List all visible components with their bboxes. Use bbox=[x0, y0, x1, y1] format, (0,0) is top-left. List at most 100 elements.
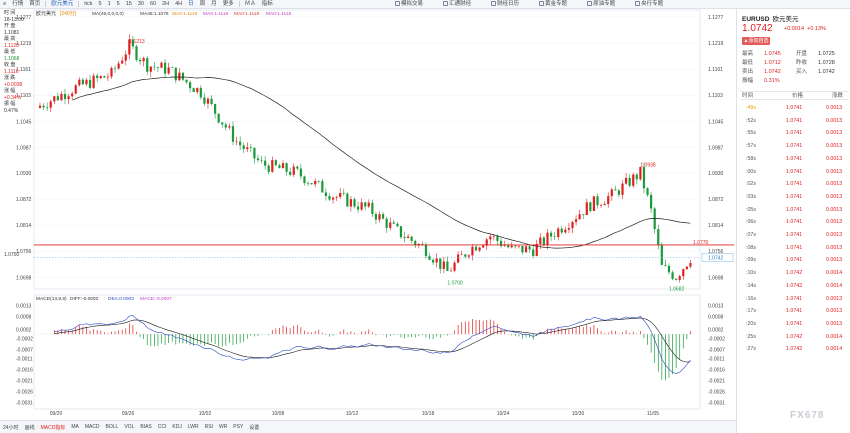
toolbar-item-market[interactable]: 行情 bbox=[9, 0, 26, 9]
candle-body bbox=[399, 226, 403, 238]
toolbar-indicator-button[interactable]: 指标 bbox=[259, 0, 276, 9]
ma-legend-item: MA45:1.1076 bbox=[140, 11, 169, 17]
toolbar-right-links: 模拟交易 汇通财经 财经日历 黄金专题 原油专题 央行专题 bbox=[392, 0, 680, 9]
indicator-tab-1[interactable]: 画线 bbox=[22, 424, 38, 431]
candle-body bbox=[310, 183, 313, 185]
toolbar-ma-button[interactable]: ＭＡ bbox=[242, 0, 259, 9]
indicator-tab-5[interactable]: BOLL bbox=[103, 424, 122, 430]
timeframe-4[interactable]: 15 bbox=[123, 0, 135, 9]
candle-body bbox=[367, 202, 370, 207]
menu-icon[interactable]: ≡ bbox=[0, 0, 9, 9]
toolbar-link-5[interactable]: 央行专题 bbox=[632, 0, 666, 9]
timeframe-0[interactable]: tick bbox=[81, 0, 95, 9]
candle-body bbox=[314, 180, 317, 185]
candle-body bbox=[471, 246, 474, 256]
tick-row: :27s 1.0742 0.0014 bbox=[746, 346, 843, 353]
candle-body bbox=[174, 67, 177, 81]
indicator-tab-3[interactable]: MA bbox=[68, 424, 82, 430]
candle-body bbox=[117, 63, 120, 69]
indicator-tab-13[interactable]: PSY bbox=[230, 424, 246, 430]
price-tick-label: 1.0872 bbox=[708, 197, 724, 203]
link-icon bbox=[539, 1, 545, 6]
timeframe-2[interactable]: 1 bbox=[105, 0, 114, 9]
candle-body bbox=[160, 62, 163, 68]
candle-body bbox=[392, 222, 395, 224]
toolbar-link-4[interactable]: 原油专题 bbox=[584, 0, 618, 9]
candle-body bbox=[149, 66, 152, 72]
timeframe-1[interactable]: 5 bbox=[96, 0, 105, 9]
macd-tick-label: 0.0013 bbox=[708, 303, 724, 309]
macd-tick-label: -0.0002 bbox=[708, 337, 725, 343]
timeframe-3[interactable]: 5 bbox=[114, 0, 123, 9]
indicator-tab-9[interactable]: KDJ bbox=[169, 424, 184, 430]
indicator-tab-7[interactable]: BIAS bbox=[137, 424, 154, 430]
indicator-tab-2[interactable]: MACD指标 bbox=[38, 424, 69, 431]
candle-body bbox=[321, 181, 324, 193]
candle-body bbox=[92, 75, 95, 88]
candle-body bbox=[153, 66, 156, 68]
candle-body bbox=[181, 72, 185, 80]
candle-body bbox=[99, 76, 102, 79]
price-tick-label-left: 1.0814 bbox=[16, 223, 32, 229]
timeframe-11[interactable]: 月 bbox=[208, 0, 220, 9]
candle-body bbox=[264, 160, 267, 166]
toolbar-link-1[interactable]: 汇通财经 bbox=[440, 0, 474, 9]
candle-body bbox=[653, 208, 656, 230]
price-tick-label-left: 1.0930 bbox=[16, 171, 32, 177]
candle-body bbox=[171, 67, 174, 69]
candle-body bbox=[88, 79, 92, 88]
timeframe-12[interactable]: 更多 bbox=[220, 0, 237, 9]
macd-tick-label: -0.0016 bbox=[708, 367, 725, 373]
candle-body bbox=[607, 196, 610, 204]
indicator-tab-4[interactable]: MACD bbox=[82, 424, 103, 430]
candle-body bbox=[378, 214, 381, 220]
timeframe-10[interactable]: 周 bbox=[197, 0, 209, 9]
date-tick-label: 09/20 bbox=[50, 411, 63, 417]
toolbar-link-0[interactable]: 模拟交易 bbox=[392, 0, 426, 9]
candle-body bbox=[285, 163, 288, 172]
date-tick-label: 10/02 bbox=[199, 411, 212, 417]
indicator-tab-10[interactable]: LWR bbox=[185, 424, 202, 430]
candle-body bbox=[214, 103, 217, 114]
indicator-tab-11[interactable]: RSI bbox=[202, 424, 216, 430]
ma-legend-item: MA0:1.1118 bbox=[172, 11, 197, 17]
price-tick-label: 1.0814 bbox=[708, 223, 724, 229]
timeframe-6[interactable]: 60 bbox=[147, 0, 159, 9]
toolbar-symbol[interactable]: 欧元美元 bbox=[48, 0, 76, 9]
candle-body bbox=[299, 168, 302, 177]
candle-body bbox=[564, 229, 567, 233]
tick-row: :05s 1.0741 0.0013 bbox=[746, 206, 843, 213]
indicator-tab-14[interactable]: 设置 bbox=[246, 424, 262, 431]
candle-body bbox=[289, 171, 292, 175]
candle-body bbox=[671, 272, 674, 279]
candle-body bbox=[474, 246, 478, 251]
toolbar-item-home[interactable]: 首页 bbox=[26, 0, 43, 9]
tick-row: :03s 1.0741 0.0013 bbox=[746, 193, 843, 200]
indicator-tab-12[interactable]: WR bbox=[216, 424, 230, 430]
candle-body bbox=[249, 147, 252, 148]
candle-body bbox=[239, 141, 242, 146]
timeframe-5[interactable]: 30 bbox=[135, 0, 147, 9]
date-tick-label: 10/18 bbox=[422, 411, 435, 417]
timeframe-9[interactable]: 日 bbox=[185, 0, 197, 9]
toolbar-link-3[interactable]: 黄金专题 bbox=[536, 0, 570, 9]
indicator-tab-0[interactable]: 24小时 bbox=[0, 424, 22, 431]
macd-legend-dea: DEA:0.0003 bbox=[108, 296, 134, 302]
tick-row: :16s 1.0741 0.0013 bbox=[746, 295, 843, 302]
timeframe-7[interactable]: 2H bbox=[159, 0, 172, 9]
quote-row: 最高 1.0745 开盘 1.0725 bbox=[742, 51, 835, 57]
last-price: 1.0742 bbox=[742, 23, 773, 34]
price-chart[interactable]: 1.12771.12771.12191.12191.11611.11611.11… bbox=[0, 9, 736, 420]
quote-row: 最低 1.0712 昨收 1.0728 bbox=[742, 60, 835, 66]
indicator-tab-6[interactable]: VOL bbox=[121, 424, 137, 430]
toolbar-divider bbox=[238, 1, 240, 7]
candle-body bbox=[374, 214, 378, 220]
candle-body bbox=[557, 228, 560, 238]
timeframe-8[interactable]: 4H bbox=[172, 0, 185, 9]
high-marker-label: 1.1213 bbox=[129, 39, 145, 45]
indicator-tab-8[interactable]: CCI bbox=[155, 424, 170, 430]
peak-marker-label: 1.0938 bbox=[640, 162, 656, 168]
toolbar-link-2[interactable]: 财经日历 bbox=[488, 0, 522, 9]
add-watchlist-button[interactable]: ▲添加自选 bbox=[742, 37, 770, 45]
candle-body bbox=[224, 124, 227, 128]
